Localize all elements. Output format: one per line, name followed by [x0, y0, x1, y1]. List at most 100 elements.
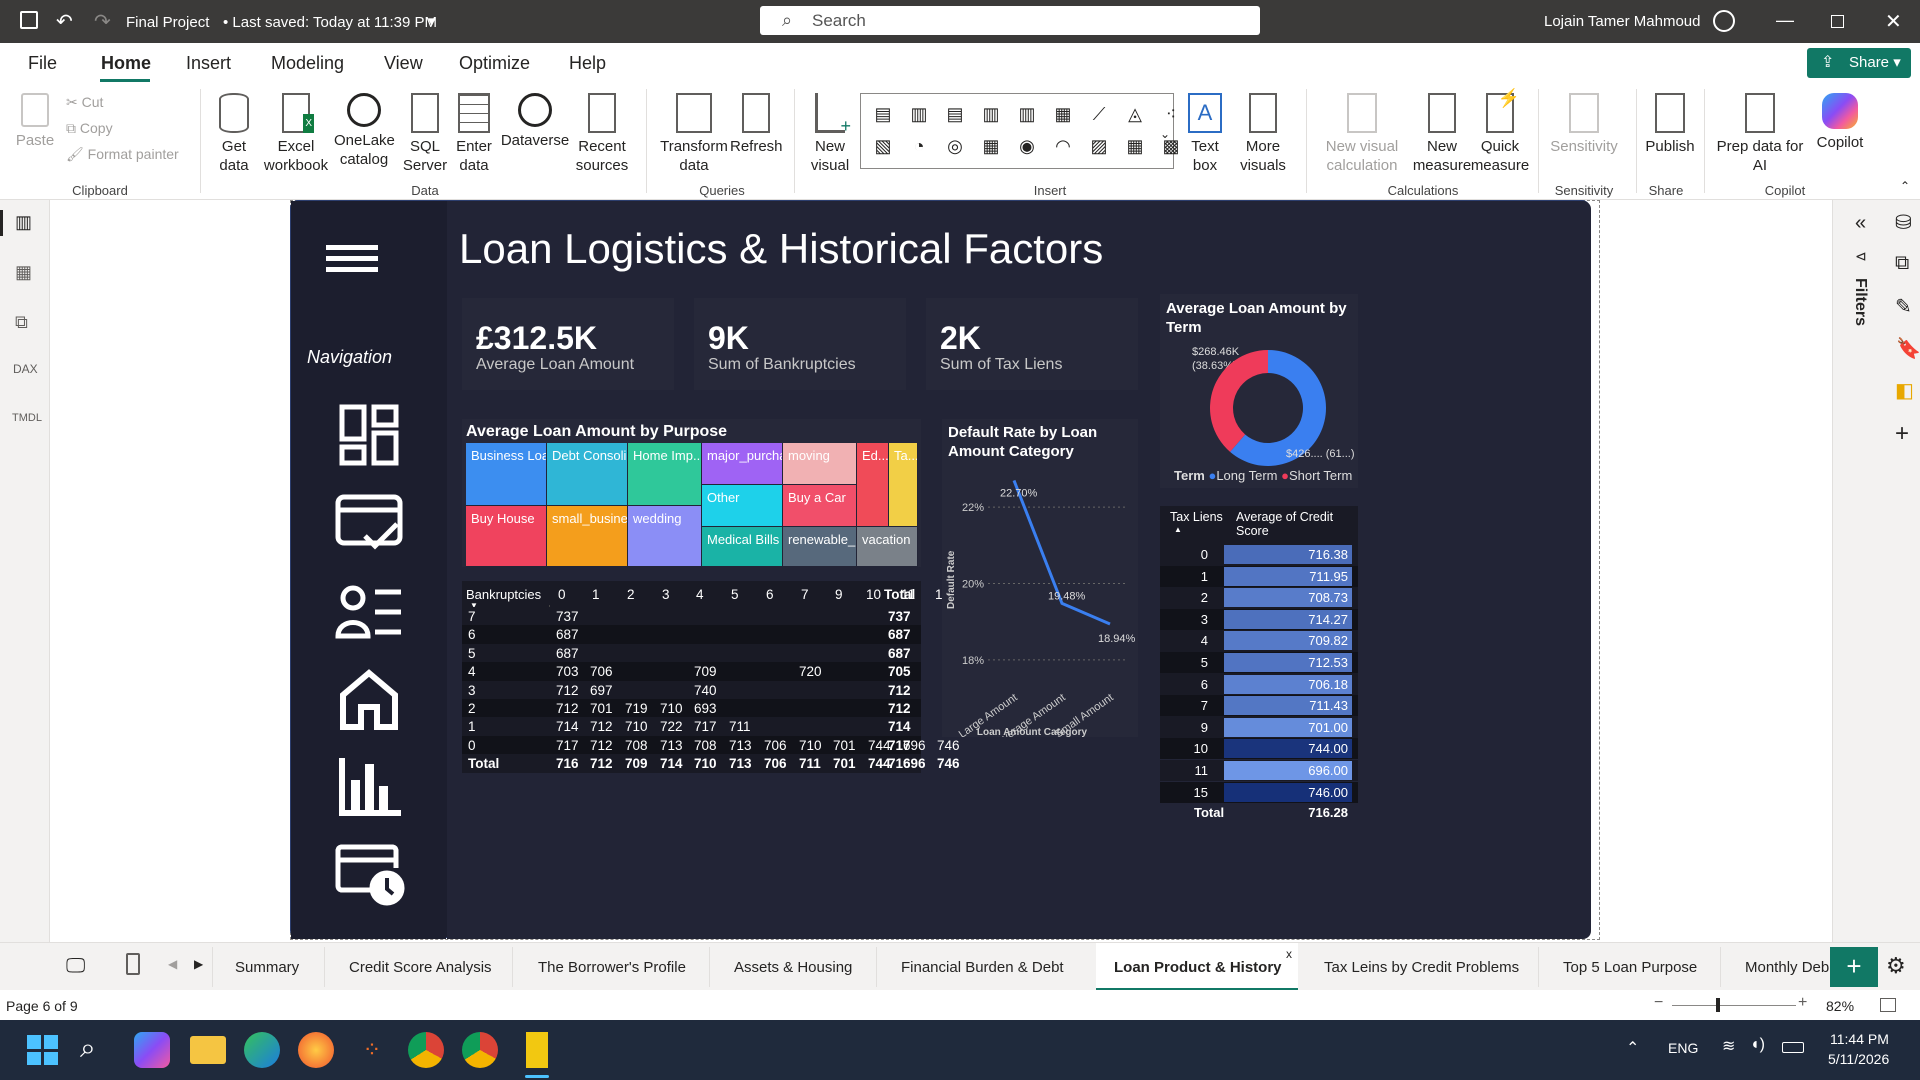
mobile-layout-icon[interactable]: [126, 953, 140, 975]
home-icon[interactable]: [339, 669, 399, 731]
recent-sources-button[interactable]: Recent sources: [568, 93, 636, 175]
matrix-col-header[interactable]: 5: [731, 587, 739, 602]
map-icon[interactable]: ◉: [1011, 132, 1043, 160]
powerbi-taskbar-icon[interactable]: [526, 1032, 548, 1068]
add-pane-icon[interactable]: +: [1895, 420, 1909, 448]
kpi-card-tax-liens[interactable]: 2K Sum of Tax Liens: [926, 298, 1138, 390]
prev-page-icon[interactable]: ◀: [168, 957, 177, 971]
donut-chart-card[interactable]: Average Loan Amount by Term $268.46K (38…: [1160, 294, 1358, 488]
treemap-cell[interactable]: Ed...: [857, 443, 889, 527]
more-visuals-button[interactable]: More visuals: [1232, 93, 1294, 175]
undo-icon[interactable]: ↶: [56, 9, 73, 34]
tab-summary[interactable]: Summary: [235, 959, 299, 976]
zoom-in-icon[interactable]: +: [1798, 994, 1807, 1012]
matrix-col-header[interactable]: 10: [866, 587, 881, 602]
matrix-corner-header[interactable]: Bankruptcies: [466, 587, 541, 602]
gauge-icon[interactable]: ◠: [1047, 132, 1079, 160]
zoom-slider-thumb[interactable]: [1716, 998, 1720, 1012]
chrome-profile-icon[interactable]: [462, 1032, 498, 1068]
taskbar-search-icon[interactable]: ⌕: [80, 1032, 116, 1068]
matrix-col-header[interactable]: 3: [662, 587, 670, 602]
stacked-column-icon[interactable]: ▥: [975, 100, 1007, 128]
visual-gallery[interactable]: ▤ ▥ ▤ ▥ ▥ ▦ ⟋ ◬ ⁖ ▧ ◔ ◎ ▦ ◉ ◠ ▨ ▦ ▩: [860, 93, 1180, 169]
menu-file[interactable]: File: [28, 53, 57, 74]
line-chart[interactable]: Default Rate 22%20%18%22.70%Large Amount…: [942, 459, 1138, 737]
firefox-icon[interactable]: [298, 1032, 334, 1068]
bar-chart-icon[interactable]: ▤: [867, 100, 899, 128]
add-page-button[interactable]: +: [1830, 947, 1878, 987]
sensitivity-button[interactable]: Sensitivity: [1540, 93, 1628, 156]
zoom-level[interactable]: 82%: [1826, 998, 1854, 1014]
model-view-icon[interactable]: ⧉: [15, 312, 28, 333]
kpi-card-avg-loan[interactable]: £312.5K Average Loan Amount: [462, 298, 674, 390]
app-icon[interactable]: ⁘: [354, 1032, 390, 1068]
treemap-cell[interactable]: Buy a Car: [783, 485, 857, 527]
collapse-ribbon-icon[interactable]: ⌃: [1900, 179, 1910, 193]
matrix-row[interactable]: [462, 625, 921, 644]
user-profile-icon[interactable]: [335, 584, 403, 640]
treemap-card[interactable]: Average Loan Amount by Purpose Business …: [462, 419, 921, 567]
tab-financial-burden[interactable]: Financial Burden & Debt: [901, 959, 1064, 976]
bar-chart-nav-icon[interactable]: [339, 756, 401, 818]
matrix-col-header[interactable]: 2: [627, 587, 635, 602]
treemap-cell[interactable]: vacation: [857, 527, 918, 567]
format-pane-icon[interactable]: ✎: [1895, 294, 1912, 319]
new-measure-button[interactable]: New measure: [1412, 93, 1472, 175]
chevron-down-icon[interactable]: ▾: [428, 12, 436, 30]
credit-score-table[interactable]: Tax Liens ▲ Average of Credit Score 0 716…: [1160, 506, 1358, 820]
avatar[interactable]: [1713, 10, 1735, 32]
credit-col-score[interactable]: Average of Credit Score: [1236, 510, 1358, 538]
treemap-cell[interactable]: Home Imp...: [628, 443, 702, 506]
clustered-column-icon[interactable]: ▥: [1011, 100, 1043, 128]
treemap-cell[interactable]: Business Loan: [466, 443, 547, 506]
waterfall-icon[interactable]: ▧: [867, 132, 899, 160]
refresh-button[interactable]: Refresh: [730, 93, 783, 156]
menu-help[interactable]: Help: [569, 53, 606, 74]
kpi-card-bankruptcies[interactable]: 9K Sum of Bankruptcies: [694, 298, 906, 390]
matrix-row[interactable]: [462, 717, 921, 736]
edge-icon[interactable]: [244, 1032, 280, 1068]
gallery-expand-icon[interactable]: ⌄: [1160, 127, 1170, 141]
report-view-icon[interactable]: ▥: [15, 212, 32, 233]
share-button[interactable]: Share ▾ ⇪: [1807, 48, 1911, 78]
payment-history-icon[interactable]: [335, 844, 405, 906]
line-series[interactable]: [1012, 479, 1111, 626]
matrix-col-header[interactable]: 0: [558, 587, 566, 602]
table-visual-icon[interactable]: ▦: [1119, 132, 1151, 160]
treemap-cell[interactable]: Ta...: [889, 443, 918, 527]
credit-row[interactable]: 7 711.43: [1160, 695, 1358, 717]
data-pane-icon[interactable]: ⛁: [1895, 210, 1912, 235]
treemap-cell[interactable]: small_busine...: [547, 506, 628, 567]
selection-pane-icon[interactable]: ◧: [1895, 378, 1914, 403]
onelake-button[interactable]: OneLake catalog: [334, 93, 395, 169]
credit-row[interactable]: 10 744.00: [1160, 738, 1358, 760]
new-visual-button[interactable]: + New visual: [804, 93, 856, 175]
matrix-col-header[interactable]: 4: [696, 587, 704, 602]
tab-monthly-debt[interactable]: Monthly Deb: [1745, 959, 1829, 976]
legend-short-term[interactable]: Short Term: [1289, 468, 1352, 483]
credit-row[interactable]: 11 696.00: [1160, 760, 1358, 781]
next-page-icon[interactable]: ▶: [194, 957, 203, 971]
bankruptcies-matrix[interactable]: Bankruptcies▼012345679101115Total7737737…: [462, 581, 960, 773]
matrix-row[interactable]: [462, 643, 921, 663]
desktop-layout-icon[interactable]: 🖵: [66, 955, 85, 978]
credit-row[interactable]: 0 716.38: [1160, 544, 1358, 565]
clock-date[interactable]: 5/11/2026: [1828, 1051, 1889, 1067]
treemap-cell[interactable]: Other: [702, 485, 783, 527]
matrix-col-header[interactable]: 6: [766, 587, 774, 602]
language-indicator[interactable]: ENG: [1668, 1040, 1698, 1056]
text-box-button[interactable]: A Text box: [1180, 93, 1230, 175]
prep-data-ai-button[interactable]: Prep data for AI: [1712, 93, 1808, 175]
matrix-col-header[interactable]: 9: [835, 587, 843, 602]
treemap-cell[interactable]: Debt Consoli...: [547, 443, 628, 506]
treemap-cell[interactable]: moving: [783, 443, 857, 485]
menu-view[interactable]: View: [384, 53, 423, 74]
copilot-taskbar-icon[interactable]: [134, 1032, 170, 1068]
visualizations-pane-icon[interactable]: ⧉: [1895, 252, 1909, 275]
file-explorer-icon[interactable]: [190, 1036, 226, 1064]
matrix-col-header[interactable]: Total: [884, 587, 915, 602]
get-data-button[interactable]: Get data: [208, 93, 260, 175]
ribbon-chart-icon[interactable]: ▦: [1047, 100, 1079, 128]
quick-measure-button[interactable]: ⚡ Quick measure: [1470, 89, 1530, 175]
donut-slice-long-term[interactable]: [1210, 350, 1268, 452]
